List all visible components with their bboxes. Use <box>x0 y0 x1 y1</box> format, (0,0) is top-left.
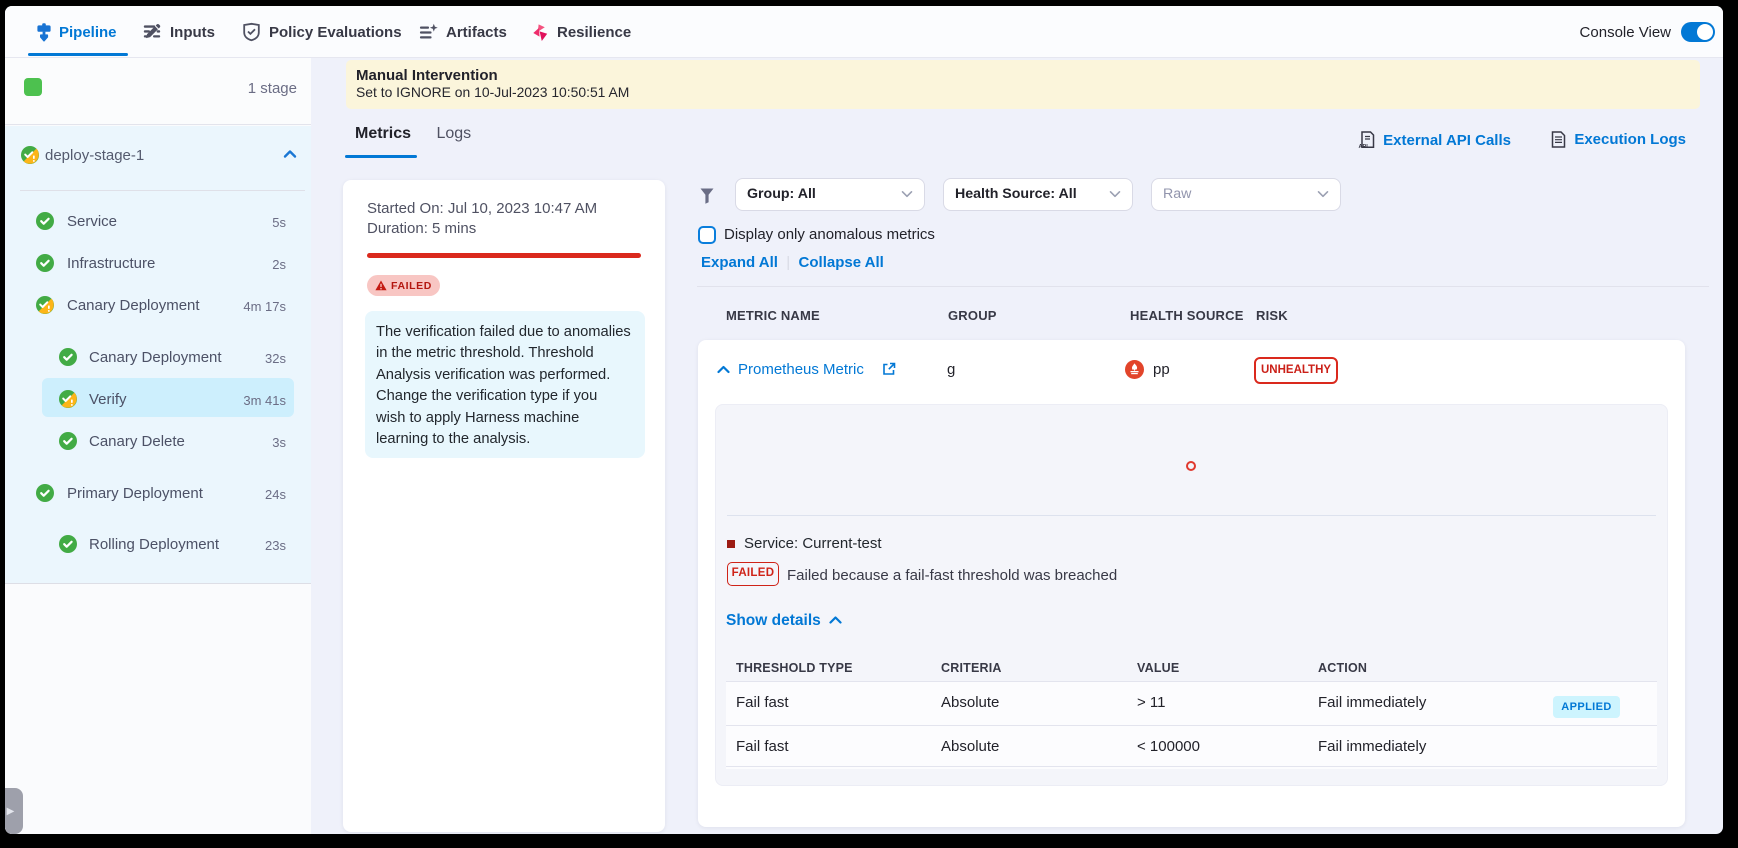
svg-text:API: API <box>1359 144 1369 149</box>
